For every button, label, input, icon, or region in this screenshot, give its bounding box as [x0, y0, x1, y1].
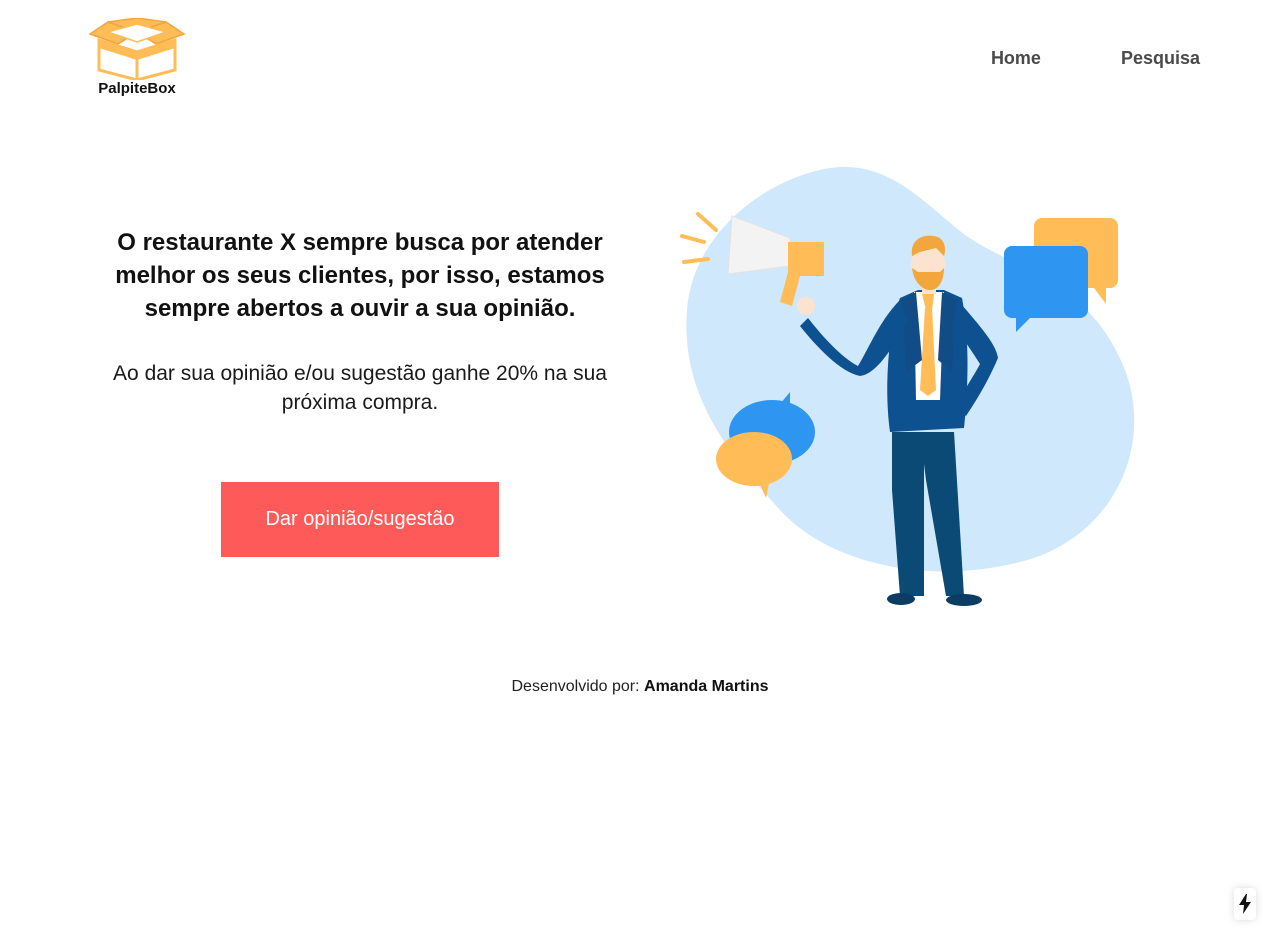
- businessman-megaphone-illustration: [670, 160, 1140, 615]
- give-opinion-button[interactable]: Dar opinião/sugestão: [221, 482, 499, 557]
- page: PalpiteBox Home Pesquisa O restaurante X…: [0, 0, 1280, 950]
- footer: Desenvolvido por: Amanda Martins: [0, 676, 1280, 698]
- nav-pesquisa[interactable]: Pesquisa: [1041, 46, 1200, 70]
- header: PalpiteBox Home Pesquisa: [0, 0, 1280, 120]
- footer-author: Amanda Martins: [644, 678, 769, 695]
- main-nav: Home Pesquisa: [991, 46, 1200, 70]
- hero-subtitle: Ao dar sua opinião e/ou sugestão ganhe 2…: [113, 362, 607, 414]
- open-box-icon: [88, 18, 186, 80]
- lightning-bolt-icon[interactable]: [1234, 888, 1256, 920]
- hero-title: O restaurante X sempre busca por atender…: [115, 229, 605, 322]
- logo-link[interactable]: PalpiteBox: [84, 14, 190, 104]
- footer-prefix: Desenvolvido por:: [511, 678, 645, 695]
- logo-text: PalpiteBox: [98, 80, 176, 97]
- hero-text: O restaurante X sempre busca por atender…: [110, 226, 610, 417]
- nav-home[interactable]: Home: [991, 46, 1041, 70]
